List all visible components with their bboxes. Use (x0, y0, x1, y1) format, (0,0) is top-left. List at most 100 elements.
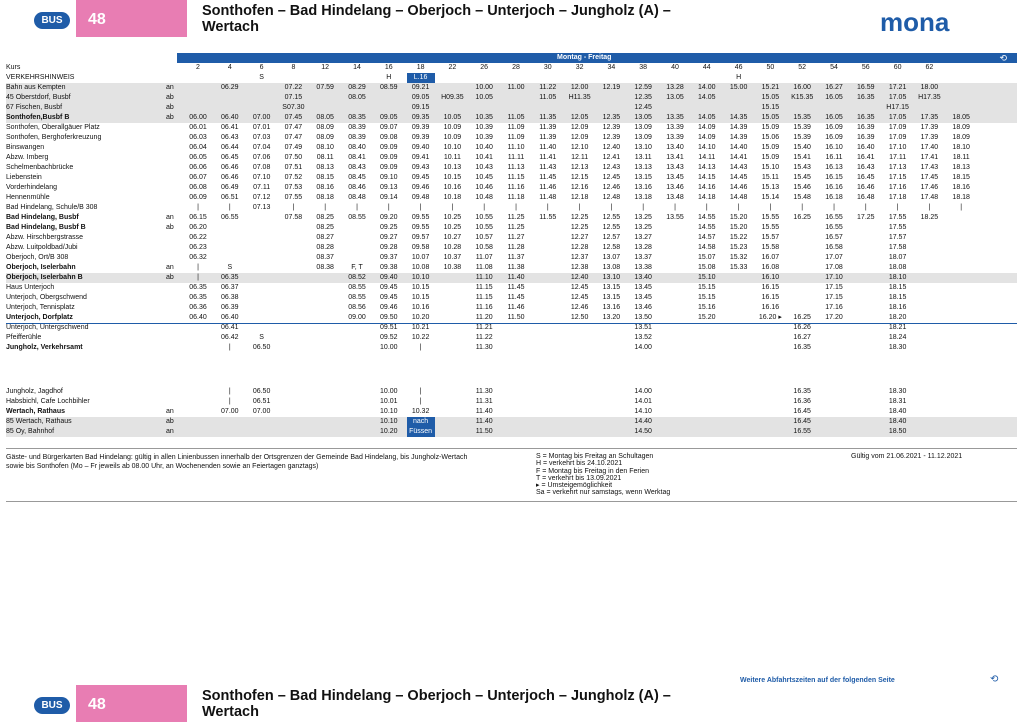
table-row: 45 Oberstdorf, Busbf ab 07.15 08.05 09.05 H09… (6, 93, 1017, 103)
time-cell: 07.12 (252, 194, 271, 201)
time-cell: 16.05 (825, 114, 843, 121)
time-cell: 11.20 (475, 314, 493, 321)
time-cell: 11.48 (539, 194, 557, 201)
return-arrow-icon: ⟲ (999, 53, 1007, 63)
time-cell: 14.10 (698, 144, 716, 151)
time-cell: 16.48 (857, 194, 875, 201)
arr-dep-marker: an (166, 264, 174, 271)
time-cell: 18.09 (952, 134, 970, 141)
time-cell: 08.09 (316, 124, 334, 131)
time-cell: 14.40 (729, 144, 748, 151)
table-row: Habsbichl, Cafe Lochbihler | 06.51 10.01 | 11… (6, 397, 1017, 407)
time-cell: 08.27 (316, 234, 334, 241)
time-cell: 13.43 (666, 164, 684, 171)
time-cell: 08.39 (348, 134, 366, 141)
arr-dep-marker: ab (166, 114, 174, 121)
time-cell: 15.57 (761, 234, 780, 241)
time-cell: 15.08 (698, 264, 716, 271)
time-cell: 06.37 (221, 284, 239, 291)
time-cell: 14.58 (698, 244, 716, 251)
time-cell: 11.15 (475, 294, 493, 301)
more-times-link[interactable]: Weitere Abfahrtszeiten auf der folgenden… (740, 677, 895, 684)
time-cell: 11.11 (507, 154, 525, 161)
time-cell: nach (406, 417, 435, 427)
time-cell: 17.13 (888, 164, 907, 171)
time-cell: 17.07 (825, 254, 843, 261)
legend-item: S = Montag bis Freitag an Schultagen (536, 453, 654, 460)
next-page-arrow-icon[interactable]: ⟲ (990, 674, 998, 685)
time-cell: 14.09 (698, 124, 716, 131)
time-cell: 08.18 (316, 194, 334, 201)
time-cell: 16.35 (857, 114, 875, 121)
time-cell: H (736, 74, 742, 81)
time-cell: 17.39 (920, 134, 939, 141)
time-cell: 15.09 (761, 154, 780, 161)
time-cell: 11.21 (475, 324, 493, 331)
time-cell: 09.48 (411, 194, 430, 201)
time-cell: 16.35 (793, 388, 811, 395)
time-cell: 12.55 (602, 214, 621, 221)
time-cell: 13.15 (602, 284, 621, 291)
time-cell: 09.39 (411, 134, 430, 141)
time-cell: 62 (925, 64, 934, 71)
table-row: Abzw. Imberg 06.05 06.45 07.06 07.50 08.11 08.… (6, 153, 1017, 163)
time-cell: 10.01 (380, 398, 398, 405)
time-cell: 08.38 (316, 264, 334, 271)
time-cell: 11.00 (507, 84, 525, 91)
time-cell: 16.58 (825, 244, 843, 251)
time-cell: 17.05 (888, 114, 907, 121)
time-cell: 10.48 (475, 194, 493, 201)
time-cell: 15.21 (761, 84, 780, 91)
legend-item: F = Montag bis Freitag in den Ferien (536, 467, 650, 475)
time-cell: 17.35 (920, 114, 939, 121)
time-cell: 14.05 (698, 114, 716, 121)
time-cell: 17.09 (888, 134, 907, 141)
time-cell: 09.40 (411, 144, 430, 151)
time-cell: 12.00 (570, 84, 589, 91)
time-cell: 11.40 (539, 144, 557, 151)
time-cell: 10.43 (475, 164, 493, 171)
stop-name: Habsbichl, Cafe Lochbihler (6, 398, 90, 405)
time-cell: 13.40 (634, 274, 652, 281)
time-cell: 10.58 (475, 244, 493, 251)
time-cell: 15.10 (698, 274, 716, 281)
time-cell: 06.09 (189, 194, 207, 201)
stop-name: Kurs (6, 64, 21, 71)
time-cell: 12.39 (602, 134, 621, 141)
time-cell: 11.30 (475, 388, 493, 395)
table-row: Abzw. Hirschbergstrasse 06.22 08.27 09.27 09… (6, 233, 1017, 243)
time-cell: 07.08 (252, 164, 271, 171)
time-cell: 06.04 (189, 144, 207, 151)
time-cell: | (642, 204, 645, 211)
time-cell: 08.10 (316, 144, 334, 151)
time-cell: 09.05 (380, 114, 398, 121)
time-cell: 09.57 (411, 234, 430, 241)
time-cell: 15.15 (761, 104, 780, 111)
time-cell: 10.55 (475, 214, 493, 221)
time-cell: 08.35 (348, 114, 366, 121)
arr-dep-marker: an (166, 84, 174, 91)
time-cell: 16.43 (857, 164, 875, 171)
time-cell: 14.05 (698, 94, 716, 101)
time-cell: 16.15 (761, 294, 780, 301)
time-cell: 07.03 (252, 134, 271, 141)
time-cell: 17.15 (825, 284, 843, 291)
line-number-badge: 48 (76, 0, 187, 37)
time-cell: 11.28 (507, 244, 525, 251)
time-cell: | (801, 204, 804, 211)
time-cell: 07.22 (284, 84, 303, 91)
time-cell: 13.37 (634, 254, 652, 261)
time-cell: 17.18 (888, 194, 907, 201)
time-cell: 46 (734, 64, 743, 71)
time-cell: 11.50 (507, 314, 525, 321)
bus-badge: BUS (34, 12, 70, 29)
time-cell: 13.46 (634, 304, 652, 311)
time-cell: S (259, 74, 264, 81)
time-cell: 13.41 (666, 154, 684, 161)
time-cell: 15.07 (698, 254, 716, 261)
time-cell: 11.45 (507, 284, 525, 291)
time-cell: 11.40 (507, 274, 525, 281)
time-cell: 15.23 (729, 244, 748, 251)
time-cell: 07.00 (252, 408, 271, 415)
time-cell: | (674, 204, 676, 211)
